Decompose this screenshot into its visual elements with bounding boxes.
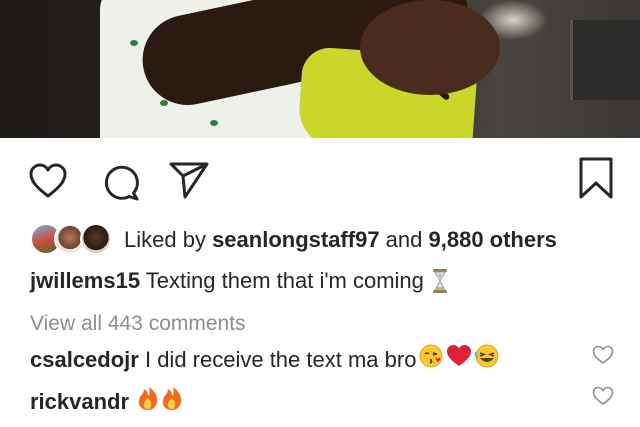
comment-icon[interactable] — [100, 162, 140, 202]
caption-author[interactable]: jwillems15 — [30, 268, 140, 293]
red-heart-icon — [446, 344, 472, 376]
comment-row: csalcedojr I did receive the text ma bro — [30, 343, 500, 377]
comment-author[interactable]: rickvandr — [30, 387, 129, 417]
photo-background-window — [570, 20, 640, 100]
view-all-comments-link[interactable]: View all 443 comments — [30, 310, 246, 338]
avatar[interactable] — [80, 223, 112, 255]
laughing-face-icon — [474, 343, 500, 377]
liker-avatars — [30, 223, 114, 257]
likes-summary: Liked by seanlongstaff97 and 9,880 other… — [124, 227, 557, 253]
hourglass-icon — [432, 266, 448, 296]
comment-text: I did receive the text ma bro — [144, 347, 417, 372]
liker-username[interactable]: seanlongstaff97 — [212, 227, 380, 252]
comment-author[interactable]: csalcedojr — [30, 345, 139, 375]
comment-like-icon[interactable] — [592, 386, 614, 411]
caption-text: Texting them that i'm coming — [145, 268, 424, 293]
share-icon[interactable] — [168, 160, 210, 200]
likes-others[interactable]: 9,880 others — [429, 227, 557, 252]
photo-hand — [360, 0, 500, 95]
fire-icon — [137, 385, 159, 419]
like-icon[interactable] — [28, 162, 68, 200]
fire-icon — [161, 385, 183, 419]
likes-and: and — [379, 227, 429, 252]
comment-row: rickvandr — [30, 385, 183, 419]
likes-prefix: Liked by — [124, 227, 213, 252]
save-icon[interactable] — [578, 156, 614, 200]
action-bar — [0, 138, 640, 224]
post-photo[interactable] — [0, 0, 640, 138]
comment-like-icon[interactable] — [592, 345, 614, 370]
likes-row: Liked by seanlongstaff97 and 9,880 other… — [30, 222, 557, 258]
post-caption: jwillems15 Texting them that i'm coming — [30, 266, 448, 296]
kissing-face-icon — [418, 343, 444, 377]
